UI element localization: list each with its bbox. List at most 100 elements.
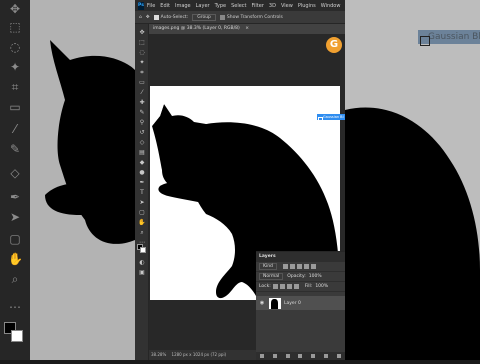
opacity-label: Opacity:	[287, 274, 306, 279]
frame-icon[interactable]: ▭	[138, 80, 146, 86]
gradient-icon[interactable]: ▤	[138, 150, 146, 156]
layers-panel-title: Layers	[256, 252, 345, 262]
floating-layer-mark	[318, 117, 323, 122]
document-size: 1280 px x 1024 px (72 ppi)	[171, 352, 227, 357]
bg-shape-icon: ▢	[9, 232, 21, 246]
menu-layer[interactable]: Layer	[196, 3, 210, 9]
blend-opacity-row: Normal Opacity: 100%	[256, 272, 345, 282]
eyedropper-icon[interactable]: ⁄	[138, 90, 146, 96]
lock-label: Lock:	[259, 284, 271, 289]
delete-layer-icon[interactable]	[336, 354, 341, 358]
zoom-icon[interactable]: ⌕	[138, 230, 146, 236]
pen-icon[interactable]: ✒	[138, 180, 146, 186]
path-select-icon[interactable]: ➤	[138, 200, 146, 206]
bg-eyedropper-icon: ⁄	[13, 122, 16, 136]
fill-label: Fill:	[304, 284, 313, 289]
shape-icon[interactable]: ▢	[138, 210, 146, 216]
blend-mode-dropdown[interactable]: Normal	[259, 273, 284, 280]
auto-select-checkbox[interactable]	[153, 14, 159, 20]
lock-icons	[272, 284, 299, 289]
brush-icon[interactable]: ✎	[138, 110, 146, 116]
lock-position-icon[interactable]	[286, 284, 292, 289]
dodge-icon[interactable]: ●	[138, 170, 146, 176]
layer-name[interactable]: Layer 0	[284, 301, 301, 306]
bg-marquee-icon: ⬚	[9, 20, 21, 34]
add-mask-icon[interactable]	[285, 354, 290, 358]
layer-thumbnail	[269, 297, 281, 309]
fx-icon[interactable]	[273, 354, 278, 358]
lock-all-icon[interactable]	[293, 284, 299, 289]
channel-logo-badge[interactable]: G	[326, 37, 342, 53]
document-tab[interactable]: images.png @ 38.3% (Layer 0, RGB/8) ×	[149, 24, 345, 34]
filter-pixel-icon[interactable]	[282, 264, 288, 269]
layers-footer	[256, 352, 345, 360]
home-icon[interactable]: ⌂	[139, 15, 142, 20]
screen-mode-icon[interactable]: ▣	[138, 270, 146, 276]
layers-panel: Layers Kind Normal Opacity: 100% Lock: F…	[256, 251, 345, 360]
healing-icon[interactable]: ✚	[138, 100, 146, 106]
bg-pen-icon: ✒	[9, 190, 21, 204]
history-brush-icon[interactable]: ↺	[138, 130, 146, 136]
layer-row[interactable]: ◉ Layer 0	[256, 296, 345, 310]
move-icon[interactable]: ✥	[138, 30, 146, 36]
menu-filter[interactable]: Filter	[252, 3, 264, 9]
link-layers-icon[interactable]	[260, 354, 265, 358]
lock-pixels-icon[interactable]	[272, 284, 278, 289]
menu-edit[interactable]: Edit	[160, 3, 170, 9]
close-tab-icon[interactable]: ×	[245, 26, 249, 31]
bg-eraser-icon: ◇	[10, 166, 20, 180]
lock-paint-icon[interactable]	[279, 284, 285, 289]
stamp-icon[interactable]: ⚲	[138, 120, 146, 126]
marquee-icon[interactable]: ⬚	[138, 40, 146, 46]
menu-3d[interactable]: 3D	[269, 3, 276, 9]
layers-filter-row: Kind	[256, 262, 345, 272]
lasso-icon[interactable]: ◌	[138, 50, 146, 56]
new-group-icon[interactable]	[311, 354, 316, 358]
background-cat-body	[345, 107, 480, 360]
bg-move-icon: ✥	[9, 2, 21, 16]
menu-image[interactable]: Image	[175, 3, 191, 9]
bg-brush-icon: ✎	[9, 142, 21, 156]
visibility-eye-icon[interactable]: ◉	[258, 300, 266, 306]
eraser-icon[interactable]: ◇	[138, 140, 146, 146]
opacity-value[interactable]: 100%	[309, 274, 322, 279]
blur-icon[interactable]: ◆	[138, 160, 146, 166]
bg-wand-icon: ✦	[9, 60, 21, 74]
bg-lasso-icon: ◌	[9, 40, 21, 54]
show-transform-checkbox[interactable]	[219, 14, 225, 20]
bg-frame-icon: ▭	[9, 100, 21, 114]
zoom-level[interactable]: 38.28%	[151, 352, 166, 357]
tools-panel: ✥ ⬚ ◌ ✦ ⌗ ▭ ⁄ ✚ ✎ ⚲ ↺ ◇ ▤ ◆ ● ✒ T ➤ ▢ ✋ …	[135, 24, 149, 360]
lock-fill-row: Lock: Fill: 100%	[256, 282, 345, 292]
move-tool-icon[interactable]: ✥	[146, 15, 150, 20]
fill-value[interactable]: 100%	[315, 284, 328, 289]
menu-view[interactable]: View	[281, 3, 293, 9]
background-color-swatch[interactable]	[140, 247, 146, 253]
menu-select[interactable]: Select	[231, 3, 246, 9]
show-transform-option[interactable]: Show Transform Controls	[219, 14, 283, 20]
filter-smart-icon[interactable]	[310, 264, 316, 269]
filter-shape-icon[interactable]	[303, 264, 309, 269]
menu-type[interactable]: Type	[215, 3, 226, 9]
filter-type-icon[interactable]	[296, 264, 302, 269]
bg-more-icon: ⋯	[9, 300, 21, 314]
crop-icon[interactable]: ⌗	[138, 70, 146, 76]
bg-zoom-icon: ⌕	[11, 272, 19, 286]
auto-select-option[interactable]: Auto-Select:	[153, 14, 188, 20]
hand-icon[interactable]: ✋	[138, 220, 146, 226]
type-icon[interactable]: T	[138, 190, 146, 196]
menu-window[interactable]: Window	[321, 3, 341, 9]
layer-filter-dropdown[interactable]: Kind	[259, 263, 277, 270]
background-overlay-mark	[420, 36, 430, 46]
layer-filter-icons	[282, 264, 316, 269]
new-layer-icon[interactable]	[323, 354, 328, 358]
auto-select-dropdown[interactable]: Group	[192, 13, 216, 21]
bg-path-icon: ➤	[9, 210, 21, 224]
background-toolbar: ✥ ⬚ ◌ ✦ ⌗ ▭ ⁄ ✎ ◇ ✒ ➤ ▢ ✋ ⌕ ⋯	[0, 0, 30, 360]
quick-select-icon[interactable]: ✦	[138, 60, 146, 66]
menu-file[interactable]: File	[147, 3, 155, 9]
filter-adjust-icon[interactable]	[289, 264, 295, 269]
quick-mask-icon[interactable]: ◐	[138, 260, 146, 266]
menu-plugins[interactable]: Plugins	[298, 3, 316, 9]
adjustment-layer-icon[interactable]	[298, 354, 303, 358]
